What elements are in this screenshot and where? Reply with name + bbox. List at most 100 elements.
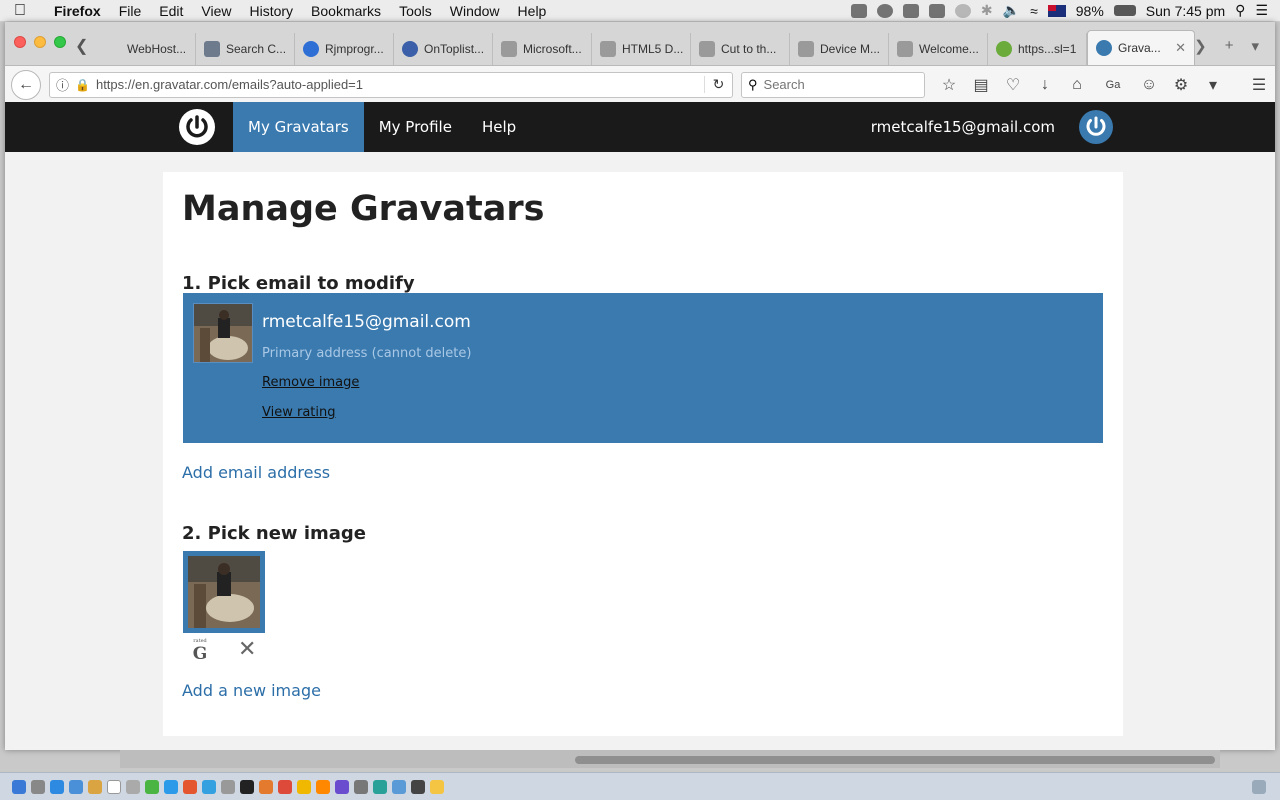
apple-menu-icon[interactable]:  <box>0 2 40 20</box>
home-icon[interactable]: ⌂ <box>1067 76 1087 94</box>
tab-cut-to-the[interactable]: Cut to th... <box>691 33 790 65</box>
selected-image-thumbnail[interactable] <box>183 551 265 633</box>
facetime-icon[interactable] <box>164 779 178 794</box>
add-new-image-link[interactable]: Add a new image <box>182 681 321 700</box>
battery-icon[interactable] <box>1113 5 1136 16</box>
app-icon[interactable] <box>335 779 349 794</box>
filezilla-icon[interactable] <box>278 779 292 794</box>
tab-rjmprogramming[interactable]: Rjmprogr... <box>295 33 394 65</box>
close-window-button[interactable] <box>14 36 26 48</box>
safari-icon[interactable] <box>50 779 64 794</box>
overflow-dropdown-icon[interactable]: ▾ <box>1203 75 1223 95</box>
tab-microsoft[interactable]: Microsoft... <box>493 33 592 65</box>
horizontal-scrollbar[interactable] <box>120 750 1220 768</box>
new-tab-icon[interactable]: + <box>1225 37 1234 55</box>
lock-icon[interactable]: 🔒 <box>75 78 90 92</box>
downloads-icon[interactable]: ↓ <box>1035 76 1055 94</box>
menu-app-name[interactable]: Firefox <box>40 3 110 19</box>
delete-image-icon[interactable]: ✕ <box>238 638 256 660</box>
tab-https[interactable]: https...sl=1 <box>988 33 1087 65</box>
search-engine-label[interactable]: Ga <box>1099 79 1127 91</box>
bluetooth-icon[interactable]: ✱ <box>981 2 993 19</box>
menu-history[interactable]: History <box>240 3 302 19</box>
nav-my-gravatars[interactable]: My Gravatars <box>233 102 364 152</box>
launchpad-icon[interactable] <box>31 779 45 794</box>
tab-list-dropdown-icon[interactable]: ▾ <box>1251 37 1259 55</box>
reading-list-icon[interactable]: ▤ <box>971 75 991 95</box>
app-icon[interactable] <box>430 779 444 794</box>
notification-center-icon[interactable]: ☰ <box>1255 2 1268 19</box>
preview-icon[interactable] <box>126 779 140 794</box>
chrome-icon[interactable] <box>297 779 311 794</box>
clock[interactable]: Sun 7:45 pm <box>1146 3 1225 19</box>
emoji-icon[interactable]: ☺ <box>1139 76 1159 94</box>
reload-icon[interactable]: ↻ <box>704 76 732 93</box>
trash-icon[interactable] <box>1252 779 1266 794</box>
mail-icon[interactable] <box>69 779 83 794</box>
bookmark-star-icon[interactable]: ☆ <box>939 75 959 95</box>
messages-icon[interactable] <box>145 779 159 794</box>
airplay-icon[interactable] <box>928 3 945 18</box>
maximize-window-button[interactable] <box>54 36 66 48</box>
tab-welcome[interactable]: Welcome... <box>889 33 988 65</box>
volume-icon[interactable]: 🔈 <box>1003 2 1020 19</box>
menu-view[interactable]: View <box>192 3 240 19</box>
input-source-flag-icon[interactable] <box>1047 4 1066 17</box>
firefox-icon[interactable] <box>259 779 273 794</box>
url-text[interactable]: https://en.gravatar.com/emails?auto-appl… <box>96 77 698 92</box>
system-preferences-icon[interactable] <box>221 779 235 794</box>
pocket-icon[interactable]: ♡ <box>1003 75 1023 95</box>
header-user-email[interactable]: rmetcalfe15@gmail.com <box>871 102 1055 152</box>
app-store-icon[interactable] <box>202 779 216 794</box>
app-icon[interactable] <box>411 779 425 794</box>
tab-scroll-left-icon[interactable]: ❮ <box>75 36 88 56</box>
wifi-icon[interactable]: ≈ <box>1030 3 1038 19</box>
photos-icon[interactable] <box>183 779 197 794</box>
hamburger-menu-icon[interactable]: ☰ <box>1249 75 1269 95</box>
menu-window[interactable]: Window <box>441 3 509 19</box>
add-email-address-link[interactable]: Add email address <box>182 463 330 482</box>
app-icon[interactable] <box>354 779 368 794</box>
tab-html5[interactable]: HTML5 D... <box>592 33 691 65</box>
app-icon[interactable] <box>392 779 406 794</box>
calendar-icon[interactable] <box>107 779 121 794</box>
tab-device-manager[interactable]: Device M... <box>790 33 889 65</box>
finder-icon[interactable] <box>12 779 26 794</box>
info-icon[interactable]: ⓘ <box>56 75 69 94</box>
menu-help[interactable]: Help <box>509 3 556 19</box>
nav-help[interactable]: Help <box>467 102 531 152</box>
time-machine-icon[interactable] <box>954 3 971 18</box>
battery-percent[interactable]: 98% <box>1076 3 1104 19</box>
record-icon[interactable] <box>876 3 893 18</box>
menu-tools[interactable]: Tools <box>390 3 441 19</box>
nav-my-profile[interactable]: My Profile <box>364 102 467 152</box>
tab-webhost[interactable]: WebHost... <box>97 33 196 65</box>
search-bar[interactable]: ⚲ <box>741 71 925 98</box>
tab-ontoplist[interactable]: OnToplist... <box>394 33 493 65</box>
notes-icon[interactable] <box>88 779 102 794</box>
minimized-window-icon[interactable] <box>1233 780 1247 794</box>
minimize-window-button[interactable] <box>34 36 46 48</box>
grid-icon[interactable] <box>850 3 867 18</box>
tab-search-console[interactable]: Search C... <box>196 33 295 65</box>
app-icon[interactable] <box>373 779 387 794</box>
gravatar-logo-icon[interactable] <box>179 109 215 145</box>
view-rating-link[interactable]: View rating <box>262 405 336 420</box>
menu-bookmarks[interactable]: Bookmarks <box>302 3 390 19</box>
back-button[interactable]: ← <box>11 69 41 100</box>
search-input[interactable] <box>763 77 914 92</box>
scrollbar-thumb[interactable] <box>575 756 1215 764</box>
remove-image-link[interactable]: Remove image <box>262 375 359 390</box>
url-bar[interactable]: ⓘ 🔒 https://en.gravatar.com/emails?auto-… <box>49 71 733 98</box>
tab-gravatar-active[interactable]: Grava... ✕ <box>1087 30 1195 65</box>
menu-file[interactable]: File <box>110 3 151 19</box>
menu-edit[interactable]: Edit <box>150 3 192 19</box>
spotlight-icon[interactable]: ⚲ <box>1235 2 1245 19</box>
extension-icon[interactable]: ⚙ <box>1171 75 1191 95</box>
close-tab-icon[interactable]: ✕ <box>1175 40 1186 56</box>
email-entry-selected[interactable]: rmetcalfe15@gmail.com Primary address (c… <box>183 293 1103 443</box>
terminal-icon[interactable] <box>240 779 254 794</box>
app-tray-icon[interactable] <box>902 3 919 18</box>
header-avatar-icon[interactable] <box>1079 110 1113 144</box>
rating-g-badge-icon[interactable]: rated G <box>191 638 209 663</box>
